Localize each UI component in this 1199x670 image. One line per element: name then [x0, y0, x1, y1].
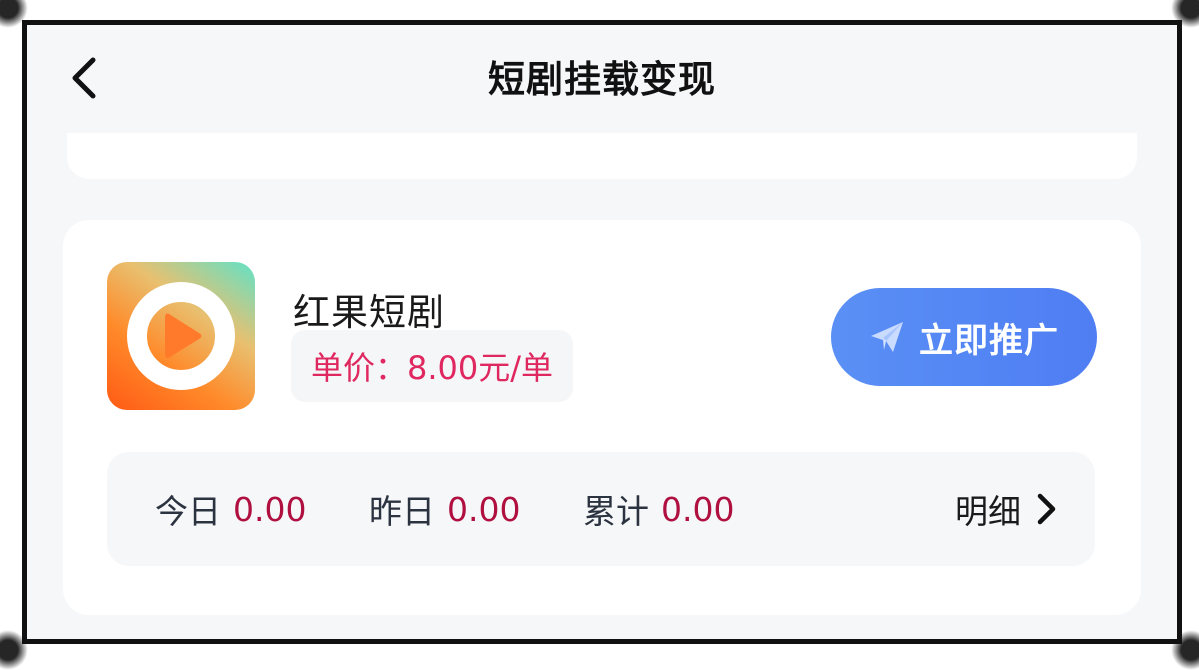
stat-today-label: 今日 [155, 492, 221, 531]
unit-price-text: 单价：8.00元/单 [311, 349, 554, 387]
page-title: 短剧挂载变现 [488, 57, 716, 101]
stat-today: 今日 0.00 [155, 452, 306, 566]
stat-today-value: 0.00 [233, 489, 307, 529]
stat-total-value: 0.00 [661, 489, 735, 529]
chevron-right-icon [1035, 492, 1057, 526]
earnings-stats-bar: 今日 0.00 昨日 0.00 累计 0.00 明细 [107, 452, 1095, 566]
nav-header: 短剧挂载变现 [27, 25, 1177, 140]
previous-card [67, 133, 1137, 179]
screenshot-frame: 短剧挂载变现 红果短剧 单价：8.00元/单 立即推广 今日 0.00 昨日 0… [0, 0, 1199, 670]
stat-total-label: 累计 [583, 492, 649, 531]
app-screen: 短剧挂载变现 红果短剧 单价：8.00元/单 立即推广 今日 0.00 昨日 0… [22, 20, 1182, 644]
play-icon [127, 282, 235, 390]
stat-yesterday-value: 0.00 [447, 489, 521, 529]
paper-plane-icon [869, 320, 905, 354]
stat-yesterday: 昨日 0.00 [369, 452, 520, 566]
chevron-left-icon [72, 57, 96, 99]
promote-now-label: 立即推广 [919, 320, 1059, 361]
stat-yesterday-label: 昨日 [369, 492, 435, 531]
promote-now-button[interactable]: 立即推广 [831, 288, 1097, 386]
drama-app-card: 红果短剧 单价：8.00元/单 立即推广 今日 0.00 昨日 0.00 累计 … [63, 220, 1141, 615]
app-name: 红果短剧 [293, 291, 445, 334]
app-logo [107, 262, 255, 410]
unit-price-badge: 单价：8.00元/单 [291, 330, 574, 402]
details-label: 明细 [955, 492, 1021, 531]
back-button[interactable] [63, 53, 103, 103]
stat-total: 累计 0.00 [583, 452, 734, 566]
details-link[interactable]: 明细 [955, 452, 1057, 566]
